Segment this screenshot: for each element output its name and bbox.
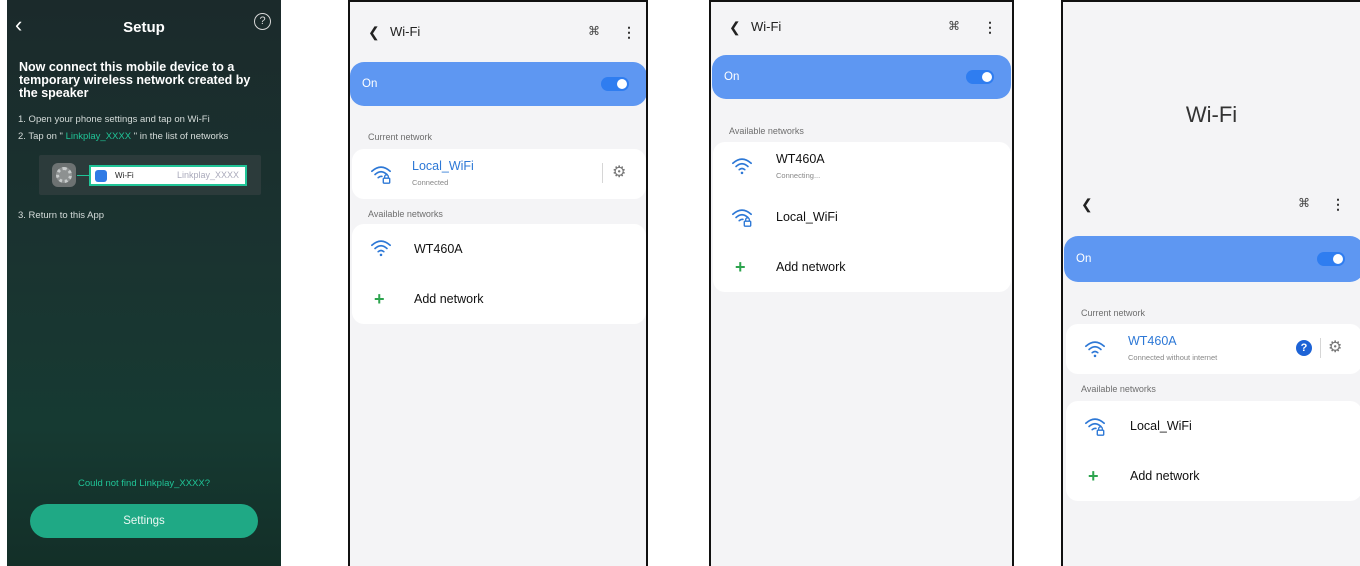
wifi-lock-icon [370, 163, 392, 185]
add-network-item[interactable]: + Add network [713, 242, 1011, 292]
wifi-lock-icon [1084, 415, 1106, 437]
wifi-settings-row: Wi-Fi Linkplay_XXXX [89, 165, 247, 186]
wifi-screen-connecting: ❮ Wi-Fi ⌘ ⋮ On Available networks WT460A… [709, 0, 1014, 566]
network-status: Connecting... [776, 171, 821, 180]
page-title: Wi-Fi [390, 24, 421, 39]
connector-line [77, 175, 89, 176]
wifi-on-bar[interactable]: On [350, 62, 646, 106]
setup-screen: ‹ Setup ? Now connect this mobile device… [7, 0, 281, 566]
step-2-prefix: 2. Tap on " [18, 131, 63, 142]
qr-scan-icon[interactable]: ⌘ [1298, 196, 1310, 210]
wifi-toggle[interactable] [1317, 252, 1345, 266]
wifi-row-label: Wi-Fi [115, 171, 134, 180]
wifi-icon [731, 155, 753, 177]
network-name: WT460A [776, 152, 825, 166]
wifi-on-bar[interactable]: On [1064, 236, 1360, 282]
gear-icon[interactable]: ⚙ [612, 162, 626, 182]
divider [1320, 338, 1321, 358]
back-icon[interactable]: ❮ [729, 19, 741, 36]
settings-app-icon [52, 163, 76, 187]
step-2-suffix: " in the list of networks [133, 131, 229, 142]
wifi-square-icon [95, 170, 107, 182]
network-name: WT460A [414, 242, 463, 256]
step-2-text: 2. Tap on " Linkplay_XXXX " in the list … [18, 131, 275, 142]
wifi-screen-current: ❮ Wi-Fi ⌘ ⋮ On Current network Local_WiF… [348, 0, 648, 566]
network-name: Local_WiFi [412, 159, 474, 173]
add-network-item[interactable]: + Add network [352, 274, 646, 324]
plus-icon: + [1088, 466, 1099, 486]
step-3-text: 3. Return to this App [18, 210, 105, 221]
current-network-card: Local_WiFi Connected ⚙ [352, 149, 646, 199]
page-title-large: Wi-Fi [1185, 102, 1238, 127]
available-networks-header: Available networks [729, 126, 804, 136]
network-status: Connected [412, 178, 449, 187]
step-1-text: 1. Open your phone settings and tap on W… [18, 114, 210, 125]
page-title: Wi-Fi [751, 19, 782, 34]
current-network-header: Current network [368, 132, 433, 142]
gear-icon[interactable]: ⚙ [1328, 337, 1342, 357]
on-label: On [724, 71, 740, 83]
current-network-card: WT460A Connected without internet ? ⚙ [1066, 324, 1360, 374]
more-options-icon[interactable]: ⋮ [983, 19, 997, 36]
network-name: WT460A [1128, 334, 1177, 348]
not-found-link[interactable]: Could not find Linkplay_XXXX? [7, 478, 281, 489]
network-item-current[interactable]: Local_WiFi Connected ⚙ [352, 149, 646, 199]
no-internet-help-icon[interactable]: ? [1296, 340, 1312, 356]
wifi-toggle[interactable] [966, 70, 994, 84]
available-networks-card: WT460A Connecting... Local_WiFi + Add ne… [713, 142, 1011, 292]
available-networks-header: Available networks [368, 209, 443, 219]
back-icon[interactable]: ❮ [1081, 196, 1093, 213]
available-networks-header: Available networks [1081, 384, 1156, 394]
wifi-screen-no-internet: Wi-Fi ❮ ⌘ ⋮ On Current network WT460A Co… [1061, 0, 1360, 566]
available-networks-card: WT460A + Add network [352, 224, 646, 324]
divider [602, 163, 603, 183]
network-item[interactable]: Local_WiFi [713, 192, 1011, 242]
wifi-on-bar[interactable]: On [712, 55, 1011, 99]
network-item-current[interactable]: WT460A Connected without internet ? ⚙ [1066, 324, 1360, 374]
network-item[interactable]: Local_WiFi [1066, 401, 1360, 451]
network-name: Local_WiFi [776, 210, 838, 224]
back-icon[interactable]: ❮ [368, 24, 380, 41]
wifi-icon [1084, 338, 1106, 360]
wifi-lock-icon [731, 206, 753, 228]
help-icon[interactable]: ? [254, 13, 271, 30]
network-name: Local_WiFi [1130, 419, 1192, 433]
add-network-label: Add network [1130, 469, 1200, 483]
network-item-connecting[interactable]: WT460A Connecting... [713, 142, 1011, 192]
more-options-icon[interactable]: ⋮ [1331, 196, 1345, 213]
step-2-network-name: Linkplay_XXXX [62, 131, 134, 142]
wifi-row-network: Linkplay_XXXX [176, 170, 239, 180]
network-status: Connected without internet [1128, 353, 1218, 362]
add-network-label: Add network [414, 292, 484, 306]
more-options-icon[interactable]: ⋮ [622, 24, 636, 41]
add-network-label: Add network [776, 260, 846, 274]
plus-icon: + [735, 257, 746, 277]
on-label: On [1076, 253, 1092, 265]
add-network-item[interactable]: + Add network [1066, 451, 1360, 501]
wifi-toggle[interactable] [601, 77, 629, 91]
qr-scan-icon[interactable]: ⌘ [588, 24, 600, 38]
page-title: Setup [123, 19, 165, 36]
wifi-icon [370, 237, 392, 259]
wifi-settings-illustration: Wi-Fi Linkplay_XXXX [39, 155, 261, 195]
qr-scan-icon[interactable]: ⌘ [948, 19, 960, 33]
settings-button[interactable]: Settings [30, 504, 258, 538]
plus-icon: + [374, 289, 385, 309]
instruction-heading: Now connect this mobile device to a temp… [19, 60, 251, 100]
network-item[interactable]: WT460A [352, 224, 646, 274]
current-network-header: Current network [1081, 308, 1146, 318]
on-label: On [362, 78, 378, 90]
available-networks-card: Local_WiFi + Add network [1066, 401, 1360, 501]
